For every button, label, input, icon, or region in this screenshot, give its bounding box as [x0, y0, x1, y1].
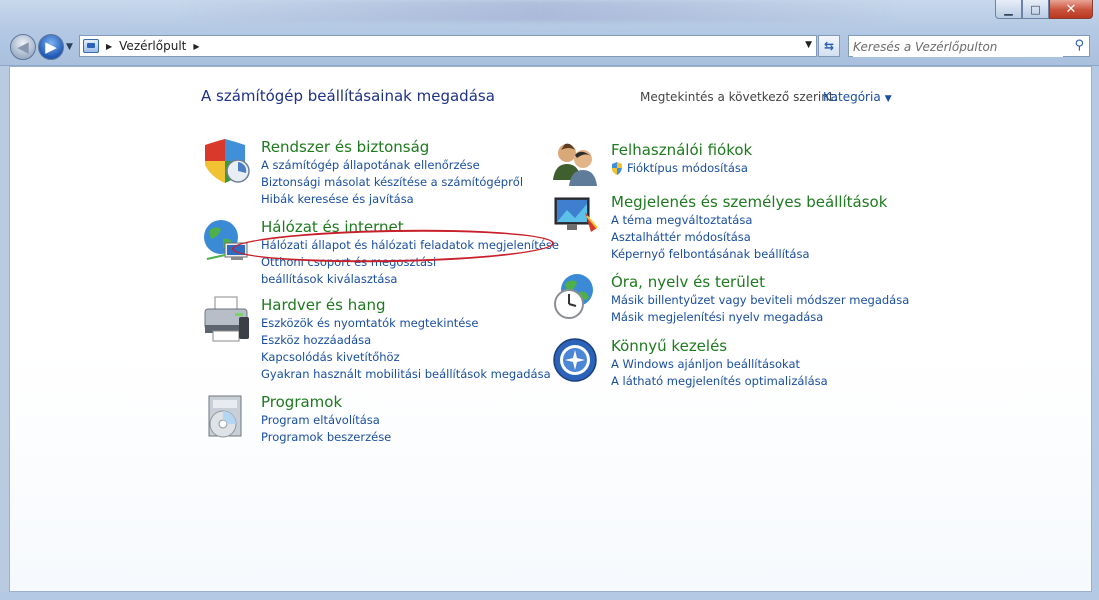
link-keyboard-input[interactable]: Másik billentyűzet vagy beviteli módszer… [611, 292, 911, 309]
link-troubleshoot[interactable]: Hibák keresése és javítása [261, 191, 561, 208]
view-by-value[interactable]: Kategória [823, 90, 881, 104]
ease-of-access-icon [553, 338, 597, 382]
breadcrumb-control-panel[interactable]: Vezérlőpult [119, 39, 186, 53]
main-content: A számítógép beállításainak megadása Meg… [9, 66, 1092, 592]
address-dropdown-icon[interactable]: ▼ [805, 40, 812, 50]
address-bar[interactable]: ▶ Vezérlőpult ▶ ▼ [79, 35, 817, 57]
category-title-appearance[interactable]: Megjelenés és személyes beállítások [611, 192, 911, 212]
view-by-dropdown[interactable]: Kategória ▼ [823, 90, 892, 104]
link-devices-printers[interactable]: Eszközök és nyomtatók megtekintése [261, 315, 561, 332]
search-input[interactable] [853, 37, 1063, 57]
search-box[interactable]: ⚲ [848, 35, 1090, 57]
window-frame-bottom [0, 592, 1099, 600]
category-title-system[interactable]: Rendszer és biztonság [261, 137, 561, 157]
refresh-icon: ⇆ [823, 39, 835, 53]
link-backup[interactable]: Biztonsági másolat készítése a számítógé… [261, 174, 561, 191]
display-icon [554, 197, 598, 232]
window-chrome: ▁ □ ✕ ◀ ▶ ▼ ▶ Vezérlőpult ▶ ▼ ⇆ ⚲ [0, 0, 1099, 66]
view-by-label: Megtekintés a következő szerint: [640, 90, 838, 104]
link-change-account-type-label[interactable]: Fióktípus módosítása [627, 160, 748, 177]
link-screen-resolution[interactable]: Képernyő felbontásának beállítása [611, 246, 911, 263]
breadcrumb-separator-icon[interactable]: ▶ [106, 42, 112, 51]
printer-icon [204, 296, 249, 342]
link-windows-suggest[interactable]: A Windows ajánljon beállításokat [611, 356, 911, 373]
back-button[interactable]: ◀ [10, 34, 36, 60]
link-network-status[interactable]: Hálózati állapot és hálózati feladatok m… [261, 237, 561, 254]
link-display-language[interactable]: Másik megjelenítési nyelv megadása [611, 309, 911, 326]
recent-pages-dropdown[interactable]: ▼ [66, 42, 73, 52]
clock-globe-icon [554, 274, 593, 319]
link-check-status[interactable]: A számítógép állapotának ellenőrzése [261, 157, 561, 174]
category-title-ease[interactable]: Könnyű kezelés [611, 336, 911, 356]
link-mobility-settings[interactable]: Gyakran használt mobilitási beállítások … [261, 366, 561, 383]
category-title-programs[interactable]: Programok [261, 392, 561, 412]
page-title: A számítógép beállításainak megadása [201, 87, 495, 105]
programs-disc-icon [208, 395, 242, 438]
link-change-theme[interactable]: A téma megváltoztatása [611, 212, 911, 229]
minimize-button[interactable]: ▁ [995, 0, 1022, 19]
control-panel-icon [83, 39, 99, 53]
search-icon[interactable]: ⚲ [1074, 38, 1084, 53]
link-change-account-type[interactable]: Fióktípus módosítása [611, 160, 911, 177]
category-title-clock[interactable]: Óra, nyelv és terület [611, 272, 911, 292]
shield-icon [205, 139, 250, 183]
network-globe-icon [204, 220, 248, 260]
uac-shield-icon [612, 162, 622, 175]
link-optimize-display[interactable]: A látható megjelenítés optimalizálása [611, 373, 911, 390]
window-controls: ▁ □ ✕ [995, 0, 1093, 19]
link-connect-projector[interactable]: Kapcsolódás kivetítőhöz [261, 349, 561, 366]
window-frame-right [1092, 66, 1099, 600]
category-title-network[interactable]: Hálózat és internet [261, 217, 561, 237]
forward-arrow-icon: ▶ [45, 38, 57, 56]
link-add-device[interactable]: Eszköz hozzáadása [261, 332, 561, 349]
close-button[interactable]: ✕ [1049, 0, 1093, 19]
maximize-button[interactable]: □ [1022, 0, 1049, 19]
users-icon [553, 143, 597, 186]
breadcrumb-chevron-icon[interactable]: ▶ [193, 42, 199, 51]
category-title-users[interactable]: Felhasználói fiókok [611, 140, 911, 160]
link-uninstall-program[interactable]: Program eltávolítása [261, 412, 561, 429]
chevron-down-icon[interactable]: ▼ [885, 94, 892, 104]
title-bar [180, 0, 900, 22]
forward-button[interactable]: ▶ [38, 34, 64, 60]
link-desktop-background[interactable]: Asztalháttér módosítása [611, 229, 911, 246]
refresh-button[interactable]: ⇆ [818, 35, 840, 57]
link-get-programs[interactable]: Programok beszerzése [261, 429, 561, 446]
back-arrow-icon: ◀ [17, 38, 29, 56]
category-title-hardware[interactable]: Hardver és hang [261, 295, 561, 315]
link-homegroup[interactable]: Otthoni csoport és megosztási beállításo… [261, 254, 501, 288]
